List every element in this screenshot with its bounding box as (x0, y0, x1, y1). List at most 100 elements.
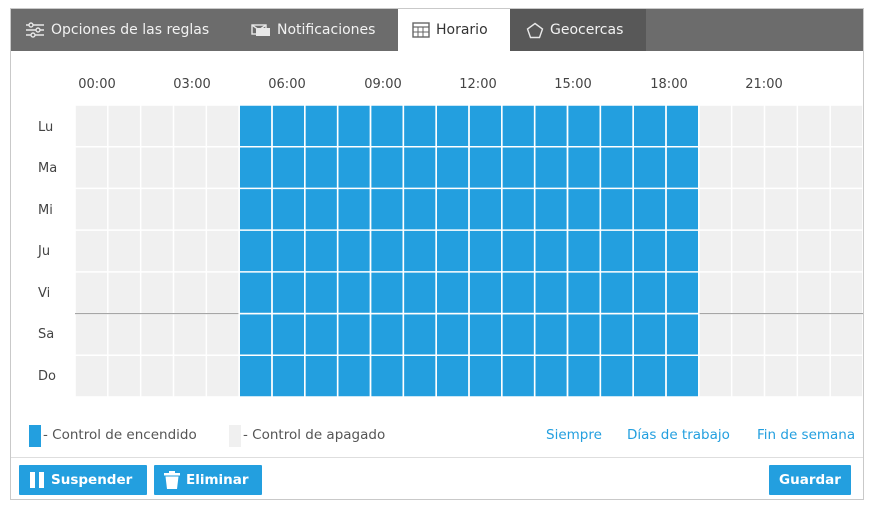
suspend-button[interactable]: Suspender (19, 465, 147, 495)
schedule-cell-on[interactable] (666, 105, 699, 147)
schedule-cell-off[interactable] (797, 146, 831, 189)
delete-button[interactable]: Eliminar (154, 465, 262, 495)
schedule-cell-on[interactable] (337, 105, 371, 147)
schedule-cell-off[interactable] (797, 271, 831, 314)
tab-geofences[interactable]: Geocercas (510, 9, 646, 51)
schedule-cell-on[interactable] (567, 230, 601, 272)
schedule-cell-on[interactable] (534, 146, 568, 189)
schedule-cell-on[interactable] (469, 188, 502, 231)
schedule-cell-on[interactable] (337, 146, 371, 189)
schedule-cell-off[interactable] (830, 230, 863, 272)
schedule-cell-off[interactable] (107, 313, 141, 356)
schedule-cell-off[interactable] (75, 313, 108, 356)
schedule-cell-off[interactable] (830, 355, 863, 397)
schedule-cell-on[interactable] (633, 271, 666, 314)
schedule-cell-off[interactable] (206, 355, 240, 397)
schedule-cell-off[interactable] (75, 355, 108, 397)
schedule-cell-on[interactable] (337, 271, 371, 314)
schedule-cell-on[interactable] (436, 355, 469, 397)
schedule-cell-off[interactable] (830, 313, 863, 356)
schedule-cell-on[interactable] (337, 313, 371, 356)
schedule-cell-on[interactable] (666, 313, 699, 356)
schedule-cell-off[interactable] (830, 188, 863, 231)
schedule-cell-on[interactable] (469, 230, 502, 272)
schedule-cell-on[interactable] (272, 230, 305, 272)
schedule-cell-on[interactable] (469, 313, 502, 356)
schedule-cell-off[interactable] (764, 271, 798, 314)
schedule-cell-on[interactable] (534, 188, 568, 231)
schedule-cell-on[interactable] (501, 230, 535, 272)
schedule-cell-off[interactable] (140, 188, 174, 231)
schedule-cell-off[interactable] (140, 271, 174, 314)
schedule-cell-off[interactable] (698, 271, 732, 314)
schedule-cell-on[interactable] (600, 105, 634, 147)
schedule-cell-on[interactable] (272, 271, 305, 314)
schedule-cell-off[interactable] (173, 313, 207, 356)
schedule-cell-on[interactable] (534, 313, 568, 356)
schedule-cell-off[interactable] (206, 105, 240, 147)
schedule-cell-off[interactable] (698, 313, 732, 356)
schedule-cell-on[interactable] (337, 355, 371, 397)
schedule-cell-off[interactable] (140, 355, 174, 397)
schedule-cell-off[interactable] (797, 355, 831, 397)
schedule-cell-on[interactable] (469, 105, 502, 147)
save-button[interactable]: Guardar (769, 465, 851, 495)
schedule-cell-on[interactable] (304, 313, 338, 356)
schedule-cell-on[interactable] (666, 271, 699, 314)
schedule-cell-off[interactable] (206, 313, 240, 356)
schedule-cell-on[interactable] (534, 271, 568, 314)
schedule-cell-off[interactable] (731, 146, 765, 189)
schedule-cell-off[interactable] (830, 271, 863, 314)
schedule-cell-on[interactable] (567, 313, 601, 356)
schedule-cell-off[interactable] (140, 146, 174, 189)
schedule-cell-on[interactable] (272, 313, 305, 356)
schedule-cell-on[interactable] (633, 146, 666, 189)
schedule-cell-on[interactable] (469, 146, 502, 189)
schedule-cell-off[interactable] (140, 313, 174, 356)
schedule-cell-off[interactable] (731, 271, 765, 314)
schedule-cell-on[interactable] (567, 355, 601, 397)
schedule-cell-off[interactable] (698, 146, 732, 189)
schedule-cell-off[interactable] (75, 271, 108, 314)
schedule-cell-off[interactable] (764, 355, 798, 397)
schedule-cell-off[interactable] (107, 271, 141, 314)
schedule-cell-on[interactable] (304, 271, 338, 314)
schedule-cell-on[interactable] (633, 313, 666, 356)
schedule-cell-on[interactable] (501, 271, 535, 314)
schedule-cell-off[interactable] (698, 188, 732, 231)
schedule-cell-off[interactable] (107, 105, 141, 147)
schedule-cell-off[interactable] (107, 230, 141, 272)
schedule-cell-off[interactable] (206, 146, 240, 189)
schedule-cell-on[interactable] (370, 355, 404, 397)
tab-schedule[interactable]: Horario (398, 9, 510, 51)
schedule-cell-on[interactable] (304, 188, 338, 231)
schedule-cell-on[interactable] (304, 146, 338, 189)
schedule-cell-on[interactable] (239, 271, 272, 314)
schedule-cell-off[interactable] (173, 355, 207, 397)
schedule-cell-on[interactable] (501, 146, 535, 189)
schedule-cell-off[interactable] (173, 230, 207, 272)
schedule-cell-off[interactable] (75, 146, 108, 189)
workdays-link[interactable]: Días de trabajo (627, 427, 730, 443)
schedule-cell-on[interactable] (403, 105, 437, 147)
schedule-cell-on[interactable] (436, 230, 469, 272)
schedule-cell-off[interactable] (140, 230, 174, 272)
schedule-cell-on[interactable] (403, 271, 437, 314)
schedule-cell-on[interactable] (436, 146, 469, 189)
schedule-cell-on[interactable] (370, 188, 404, 231)
schedule-cell-on[interactable] (239, 188, 272, 231)
schedule-cell-off[interactable] (206, 230, 240, 272)
schedule-cell-on[interactable] (272, 355, 305, 397)
schedule-cell-on[interactable] (633, 105, 666, 147)
schedule-cell-off[interactable] (764, 230, 798, 272)
schedule-cell-on[interactable] (600, 271, 634, 314)
schedule-cell-on[interactable] (567, 271, 601, 314)
schedule-cell-on[interactable] (633, 230, 666, 272)
schedule-cell-on[interactable] (534, 230, 568, 272)
schedule-cell-off[interactable] (173, 188, 207, 231)
schedule-cell-on[interactable] (239, 313, 272, 356)
schedule-cell-on[interactable] (304, 355, 338, 397)
schedule-cell-on[interactable] (567, 188, 601, 231)
schedule-cell-on[interactable] (403, 230, 437, 272)
schedule-cell-on[interactable] (501, 355, 535, 397)
